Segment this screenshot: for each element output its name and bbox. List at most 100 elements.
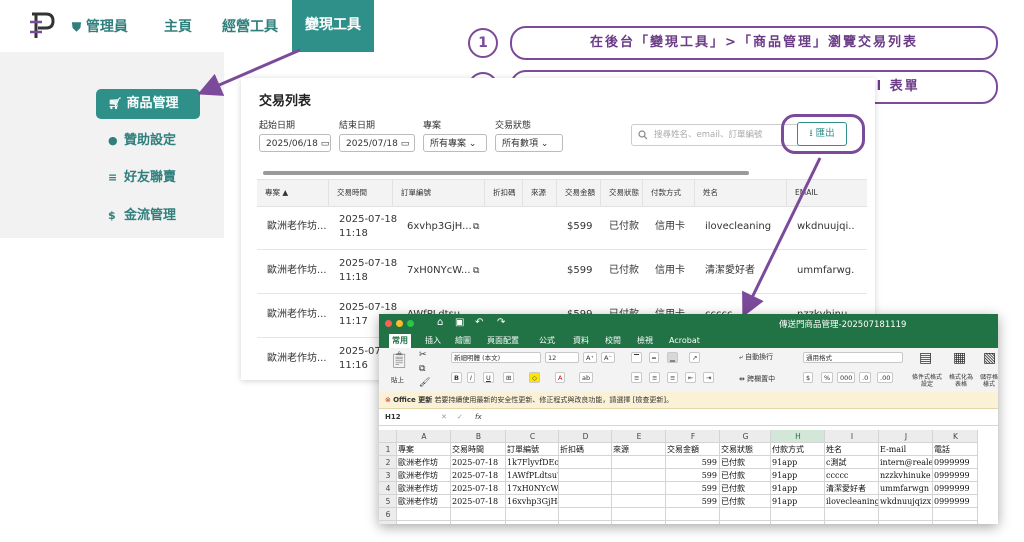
spreadsheet-cell[interactable] <box>451 521 506 524</box>
spreadsheet-cell[interactable]: 599 <box>666 495 720 508</box>
percent-button[interactable]: % <box>821 372 834 383</box>
spreadsheet-cell[interactable] <box>612 469 666 482</box>
column-letter-g[interactable]: G <box>720 430 771 443</box>
format-table-icon[interactable]: ▦ <box>953 350 966 366</box>
function-icon[interactable]: fx <box>475 409 482 425</box>
spreadsheet-cell[interactable]: 交易金額 <box>666 443 720 456</box>
redo-icon[interactable]: ↷ <box>497 317 505 328</box>
spreadsheet-cell[interactable]: 0999999 <box>933 456 978 469</box>
spreadsheet-cell[interactable]: 交易時間 <box>451 443 506 456</box>
spreadsheet-cell[interactable]: 電話 <box>933 443 978 456</box>
wrap-text-button[interactable]: ⤶ 自動換行 <box>739 352 773 362</box>
align-bottom-button[interactable]: ▁ <box>667 352 678 363</box>
spreadsheet-cell[interactable] <box>771 508 825 521</box>
spreadsheet-cell[interactable] <box>559 482 612 495</box>
spreadsheet-cell[interactable] <box>506 508 559 521</box>
decrease-decimal-button[interactable]: .00 <box>877 372 894 383</box>
spreadsheet-cell[interactable]: 599 <box>666 482 720 495</box>
cut-icon[interactable]: ✂ <box>419 350 427 360</box>
tab-view[interactable]: 檢視 <box>637 334 653 348</box>
align-middle-button[interactable]: ═ <box>649 352 659 363</box>
spreadsheet-cell[interactable] <box>771 521 825 524</box>
format-painter-icon[interactable]: 🖌︎ <box>419 378 430 388</box>
spreadsheet-cell[interactable]: 0999999 <box>933 482 978 495</box>
spreadsheet-cell[interactable]: 歐洲老作坊 <box>397 469 451 482</box>
paste-icon[interactable]: 📋︎ <box>389 350 409 369</box>
column-letter-h[interactable]: H <box>771 430 825 443</box>
spreadsheet-cell[interactable]: 599 <box>666 469 720 482</box>
spreadsheet-cell[interactable]: wkdnuujqizx <box>879 495 933 508</box>
spreadsheet-cell[interactable]: 專案 <box>397 443 451 456</box>
spreadsheet-cell[interactable]: 來源 <box>612 443 666 456</box>
increase-decimal-button[interactable]: .0 <box>859 372 872 383</box>
number-format-select[interactable]: 通用格式 <box>803 352 903 363</box>
row-number[interactable]: 3 <box>379 469 397 482</box>
spreadsheet-cell[interactable]: 歐洲老作坊 <box>397 482 451 495</box>
spreadsheet-cell[interactable] <box>612 521 666 524</box>
spreadsheet-cell[interactable] <box>506 521 559 524</box>
grow-font-button[interactable]: A⁺ <box>583 352 597 363</box>
spreadsheet-cell[interactable] <box>720 521 771 524</box>
row-number[interactable]: 1 <box>379 443 397 456</box>
spreadsheet-cell[interactable]: 交易狀態 <box>720 443 771 456</box>
italic-button[interactable]: I <box>467 372 475 383</box>
tab-formulas[interactable]: 公式 <box>539 334 555 348</box>
column-letter-f[interactable]: F <box>666 430 720 443</box>
tab-insert[interactable]: 插入 <box>425 334 441 348</box>
currency-button[interactable]: $ <box>803 372 814 383</box>
name-box[interactable]: H12 <box>385 409 401 425</box>
spreadsheet-cell[interactable] <box>933 521 978 524</box>
spreadsheet-cell[interactable]: 91app <box>771 456 825 469</box>
spreadsheet-cell[interactable]: 已付款 <box>720 482 771 495</box>
close-window-button[interactable] <box>385 320 392 327</box>
spreadsheet-cell[interactable] <box>451 508 506 521</box>
minimize-window-button[interactable] <box>396 320 403 327</box>
spreadsheet-cell[interactable] <box>666 521 720 524</box>
spreadsheet-cell[interactable] <box>720 508 771 521</box>
spreadsheet-cell[interactable] <box>559 456 612 469</box>
spreadsheet-cell[interactable] <box>825 508 879 521</box>
align-top-button[interactable]: ▔ <box>631 352 642 363</box>
spreadsheet-cell[interactable]: 已付款 <box>720 469 771 482</box>
align-right-button[interactable]: ≡ <box>667 372 679 383</box>
spreadsheet-cell[interactable] <box>666 508 720 521</box>
spreadsheet-cell[interactable]: 付款方式 <box>771 443 825 456</box>
spreadsheet-cell[interactable]: intern@realer <box>879 456 933 469</box>
phonetic-button[interactable]: ab <box>579 372 594 383</box>
spreadsheet-cell[interactable]: 折扣碼 <box>559 443 612 456</box>
spreadsheet-cell[interactable] <box>879 508 933 521</box>
column-letter-a[interactable]: A <box>397 430 451 443</box>
spreadsheet-cell[interactable]: 0999999 <box>933 469 978 482</box>
row-number[interactable]: 7 <box>379 521 397 524</box>
font-name-select[interactable]: 新細明體 (本文) <box>451 352 541 363</box>
underline-button[interactable]: U <box>483 372 494 383</box>
tab-review[interactable]: 校閱 <box>605 334 621 348</box>
copy-icon[interactable]: ⧉ <box>419 364 425 374</box>
spreadsheet-cell[interactable] <box>612 482 666 495</box>
spreadsheet-cell[interactable]: 1k7FlyvfDEor <box>506 456 559 469</box>
spreadsheet-cell[interactable]: ccccc <box>825 469 879 482</box>
column-letter-d[interactable]: D <box>559 430 612 443</box>
spreadsheet-cell[interactable]: ummfarwgn <box>879 482 933 495</box>
spreadsheet-cell[interactable] <box>612 508 666 521</box>
column-letter-c[interactable]: C <box>506 430 559 443</box>
spreadsheet-cell[interactable]: nzzkvhinuke <box>879 469 933 482</box>
spreadsheet-cell[interactable]: 1AWfPLdtsu7l <box>506 469 559 482</box>
comma-button[interactable]: 000 <box>837 372 856 383</box>
tab-draw[interactable]: 繪圖 <box>455 334 471 348</box>
spreadsheet-cell[interactable]: 清潔愛好者 <box>825 482 879 495</box>
spreadsheet-cell[interactable]: 2025-07-18 <box>451 456 506 469</box>
cancel-icon[interactable]: ✕ <box>441 409 447 425</box>
row-number[interactable]: 6 <box>379 508 397 521</box>
spreadsheet-cell[interactable]: 訂單編號 <box>506 443 559 456</box>
column-letter-i[interactable]: I <box>825 430 879 443</box>
decrease-indent-button[interactable]: ⇤ <box>685 372 697 383</box>
spreadsheet-cell[interactable]: 16xvhp3GjHa <box>506 495 559 508</box>
cell-styles-icon[interactable]: ▧ <box>983 350 996 366</box>
spreadsheet-cell[interactable] <box>612 495 666 508</box>
spreadsheet-cell[interactable]: 91app <box>771 469 825 482</box>
spreadsheet-cell[interactable] <box>933 508 978 521</box>
home-icon[interactable]: ⌂ <box>437 317 443 328</box>
row-number[interactable]: 2 <box>379 456 397 469</box>
spreadsheet-cell[interactable] <box>879 521 933 524</box>
